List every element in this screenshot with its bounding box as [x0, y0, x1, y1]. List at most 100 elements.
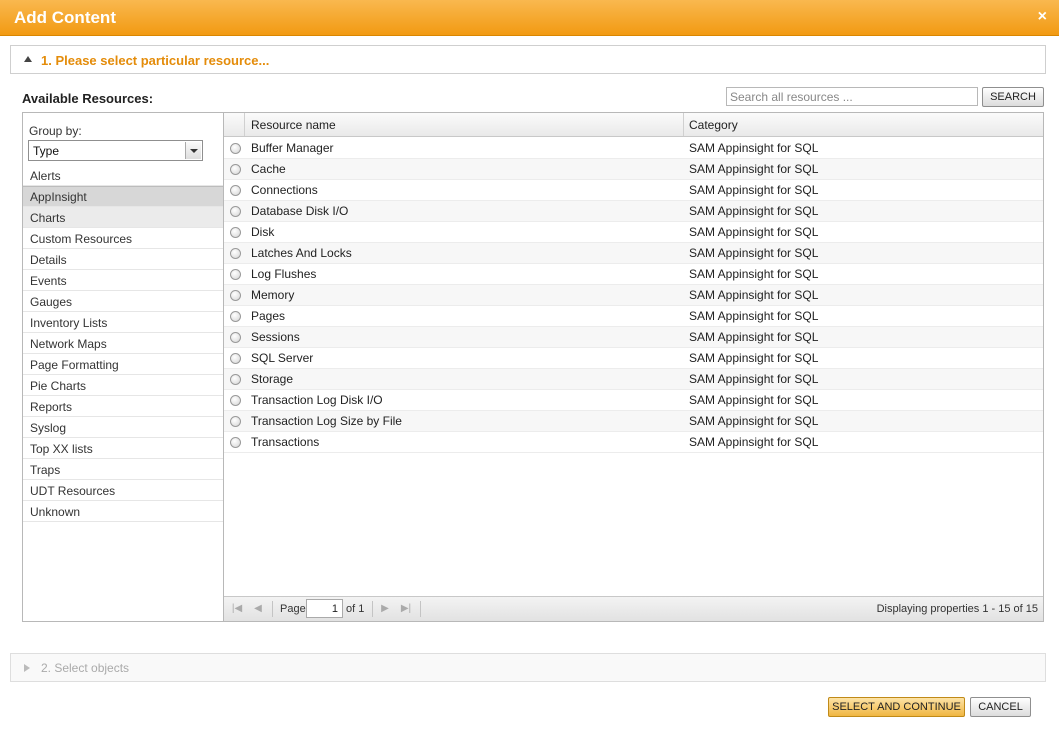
row-radio[interactable]: [230, 290, 241, 301]
resource-name-cell: Disk: [251, 225, 275, 239]
table-row[interactable]: Cache SAM Appinsight for SQL: [224, 159, 1043, 180]
dialog-titlebar: Add Content ×: [0, 0, 1059, 36]
resource-name-cell: Transaction Log Size by File: [251, 414, 402, 428]
row-radio[interactable]: [230, 185, 241, 196]
category-cell: SAM Appinsight for SQL: [689, 414, 819, 428]
table-row[interactable]: Transactions SAM Appinsight for SQL: [224, 432, 1043, 453]
resource-name-cell: Storage: [251, 372, 294, 386]
group-list: Alerts AppInsight Charts Custom Resources De…: [23, 165, 223, 522]
table-row[interactable]: Disk SAM Appinsight for SQL: [224, 222, 1043, 243]
group-item[interactable]: Network Maps: [23, 333, 223, 354]
table-row[interactable]: Latches And Locks SAM Appinsight for SQL: [224, 243, 1043, 264]
search-button[interactable]: SEARCH: [982, 87, 1044, 107]
row-radio[interactable]: [230, 311, 241, 322]
resource-name-cell: Log Flushes: [251, 267, 317, 281]
step1-label: 1. Please select particular resource...: [41, 53, 270, 68]
category-cell: SAM Appinsight for SQL: [689, 141, 819, 155]
page-number-input[interactable]: [306, 599, 343, 618]
group-item[interactable]: Traps: [23, 459, 223, 480]
resource-name-cell: SQL Server: [251, 351, 314, 365]
resource-name-cell: Connections: [251, 183, 318, 197]
category-cell: SAM Appinsight for SQL: [689, 309, 819, 323]
resource-name-cell: Memory: [251, 288, 295, 302]
table-row[interactable]: Transaction Log Disk I/O SAM Appinsight f…: [224, 390, 1043, 411]
group-item[interactable]: Pie Charts: [23, 375, 223, 396]
table-row[interactable]: Database Disk I/O SAM Appinsight for SQL: [224, 201, 1043, 222]
group-item[interactable]: Alerts: [23, 165, 223, 186]
table-row[interactable]: Pages SAM Appinsight for SQL: [224, 306, 1043, 327]
step2-header[interactable]: 2. Select objects: [10, 653, 1046, 682]
last-page-icon[interactable]: ▶|: [400, 603, 412, 615]
resource-name-cell: Sessions: [251, 330, 300, 344]
group-item[interactable]: Inventory Lists: [23, 312, 223, 333]
category-cell: SAM Appinsight for SQL: [689, 246, 819, 260]
category-cell: SAM Appinsight for SQL: [689, 204, 819, 218]
table-row[interactable]: Connections SAM Appinsight for SQL: [224, 180, 1043, 201]
resource-name-cell: Transactions: [251, 435, 320, 449]
column-header-category[interactable]: Category: [683, 113, 1043, 136]
group-item[interactable]: UDT Resources: [23, 480, 223, 501]
group-by-select[interactable]: Type: [28, 140, 203, 161]
close-icon[interactable]: ×: [1038, 8, 1047, 26]
table-row[interactable]: Memory SAM Appinsight for SQL: [224, 285, 1043, 306]
group-item[interactable]: Custom Resources: [23, 228, 223, 249]
row-radio[interactable]: [230, 332, 241, 343]
row-radio[interactable]: [230, 227, 241, 238]
row-radio[interactable]: [230, 395, 241, 406]
group-item[interactable]: Details: [23, 249, 223, 270]
dialog-title: Add Content: [14, 8, 116, 27]
prev-page-icon[interactable]: ◀: [252, 603, 264, 615]
resource-grid: Resource name Category Buffer Manager SAM…: [224, 112, 1044, 622]
group-item[interactable]: AppInsight: [23, 186, 223, 207]
search-input[interactable]: [726, 87, 978, 106]
table-row[interactable]: Transaction Log Size by File SAM Appinsig…: [224, 411, 1043, 432]
table-row[interactable]: Log Flushes SAM Appinsight for SQL: [224, 264, 1043, 285]
group-item[interactable]: Syslog: [23, 417, 223, 438]
row-radio[interactable]: [230, 374, 241, 385]
group-item[interactable]: Charts: [23, 207, 223, 228]
grid-rows: Buffer Manager SAM Appinsight for SQL Cach…: [224, 138, 1043, 453]
group-panel: Group by: Type Alerts AppInsight Charts Cus…: [22, 112, 224, 622]
grid-header: Resource name Category: [224, 113, 1043, 137]
chevron-down-icon[interactable]: [185, 142, 201, 159]
column-header-resource-name[interactable]: Resource name: [244, 113, 683, 136]
table-row[interactable]: Buffer Manager SAM Appinsight for SQL: [224, 138, 1043, 159]
step1-header[interactable]: 1. Please select particular resource...: [10, 45, 1046, 74]
row-radio[interactable]: [230, 248, 241, 259]
pager-separator: [272, 601, 273, 617]
page-of-label: of 1: [346, 603, 365, 615]
expanded-triangle-icon: [24, 56, 32, 62]
resource-name-cell: Transaction Log Disk I/O: [251, 393, 383, 407]
group-item[interactable]: Reports: [23, 396, 223, 417]
resource-name-cell: Buffer Manager: [251, 141, 334, 155]
group-item[interactable]: Page Formatting: [23, 354, 223, 375]
available-resources-label: Available Resources:: [22, 91, 154, 106]
pager-separator: [420, 601, 421, 617]
row-radio[interactable]: [230, 143, 241, 154]
group-item[interactable]: Events: [23, 270, 223, 291]
group-item[interactable]: Top XX lists: [23, 438, 223, 459]
row-radio[interactable]: [230, 164, 241, 175]
group-by-value: Type: [33, 144, 60, 158]
resource-name-cell: Latches And Locks: [251, 246, 352, 260]
next-page-icon[interactable]: ▶: [379, 603, 391, 615]
collapsed-triangle-icon: [24, 664, 30, 672]
row-radio[interactable]: [230, 269, 241, 280]
group-item[interactable]: Gauges: [23, 291, 223, 312]
displaying-text: Displaying properties 1 - 15 of 15: [876, 603, 1038, 615]
group-item[interactable]: Unknown: [23, 501, 223, 522]
row-radio[interactable]: [230, 437, 241, 448]
category-cell: SAM Appinsight for SQL: [689, 288, 819, 302]
row-radio[interactable]: [230, 416, 241, 427]
category-cell: SAM Appinsight for SQL: [689, 435, 819, 449]
table-row[interactable]: SQL Server SAM Appinsight for SQL: [224, 348, 1043, 369]
category-cell: SAM Appinsight for SQL: [689, 183, 819, 197]
category-cell: SAM Appinsight for SQL: [689, 267, 819, 281]
select-and-continue-button[interactable]: SELECT AND CONTINUE: [828, 697, 965, 717]
first-page-icon[interactable]: |◀: [231, 603, 243, 615]
row-radio[interactable]: [230, 353, 241, 364]
cancel-button[interactable]: CANCEL: [970, 697, 1031, 717]
table-row[interactable]: Sessions SAM Appinsight for SQL: [224, 327, 1043, 348]
row-radio[interactable]: [230, 206, 241, 217]
table-row[interactable]: Storage SAM Appinsight for SQL: [224, 369, 1043, 390]
